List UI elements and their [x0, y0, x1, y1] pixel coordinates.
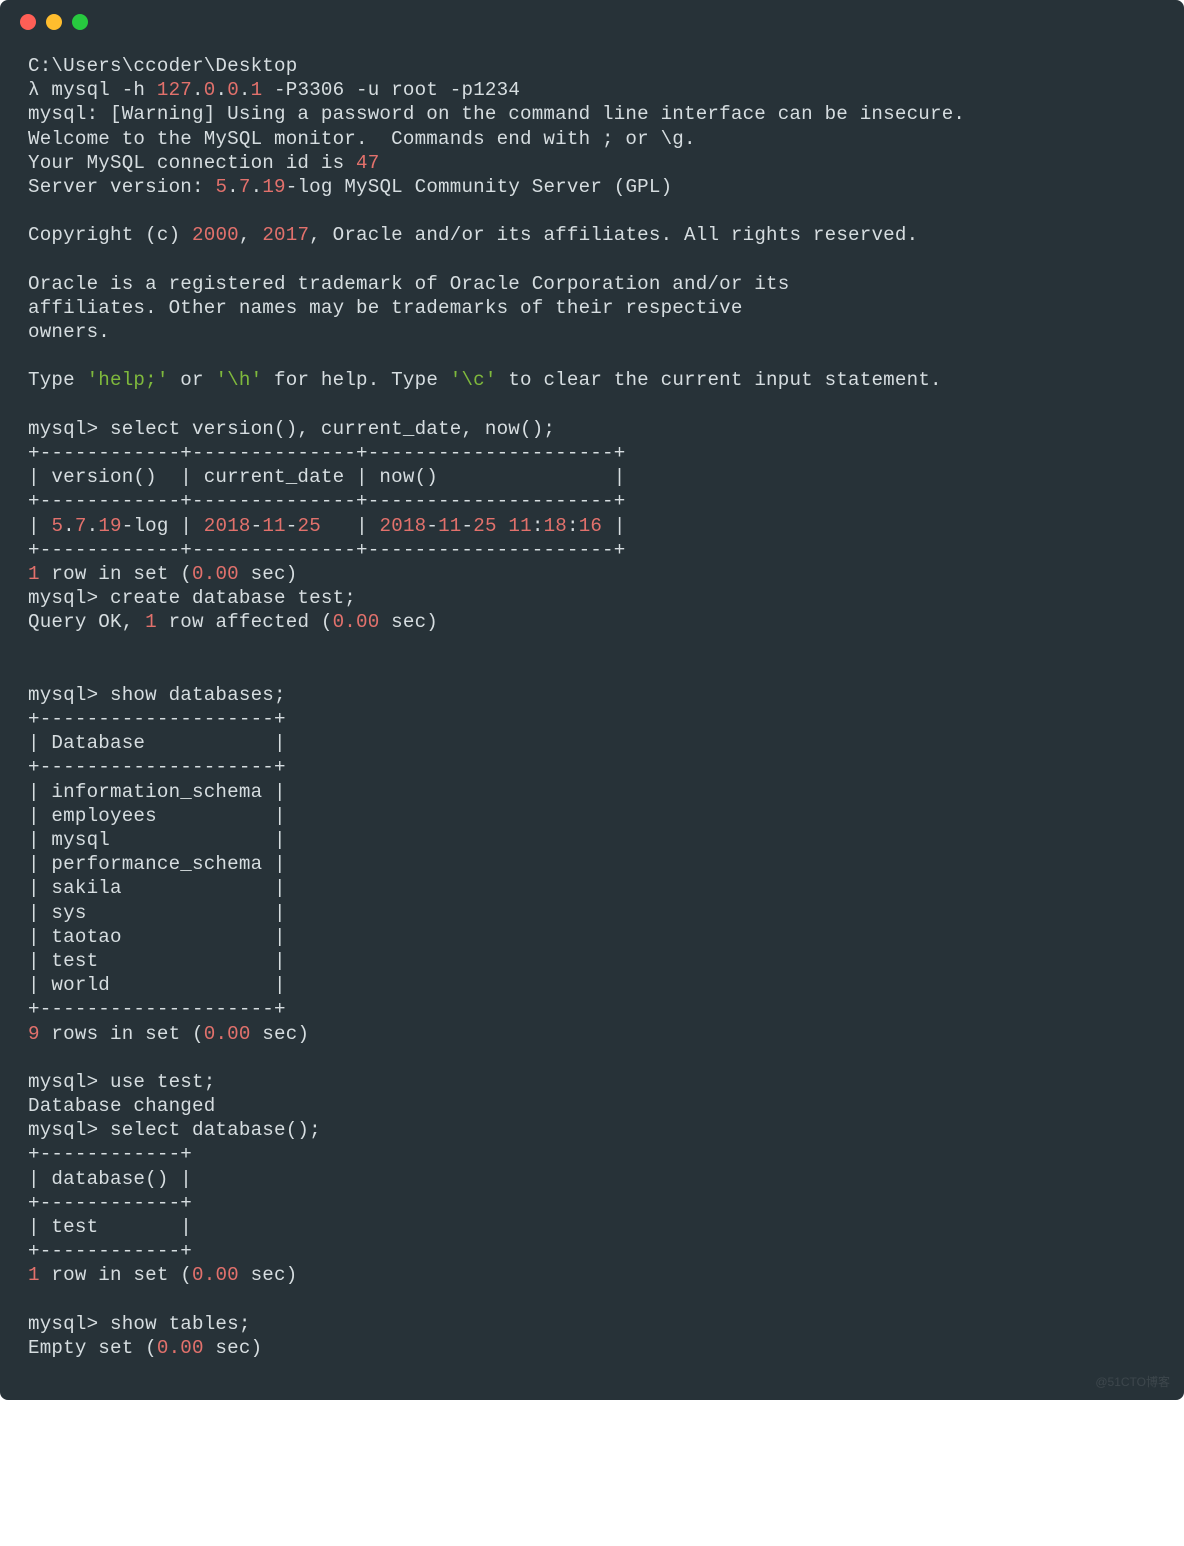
- minimize-icon[interactable]: [46, 14, 62, 30]
- sv-minor: 7: [239, 176, 251, 198]
- trademark-line: Oracle is a registered trademark of Orac…: [28, 273, 789, 295]
- welcome-line: Welcome to the MySQL monitor. Commands e…: [28, 128, 696, 150]
- trademark-line: owners.: [28, 321, 110, 343]
- table-row: | test |: [28, 1216, 192, 1238]
- table-border: +------------+: [28, 1240, 192, 1262]
- prompt-symbol: λ: [28, 79, 40, 101]
- copyright-prefix: Copyright (c): [28, 224, 192, 246]
- table-header: | version() | current_date | now() |: [28, 466, 625, 488]
- table-row: |: [28, 515, 51, 537]
- ip-octet: 127: [157, 79, 192, 101]
- result-count: 9: [28, 1023, 40, 1045]
- table-row: | sys |: [28, 902, 286, 924]
- help-literal: '\c': [450, 369, 497, 391]
- help-literal: 'help;': [87, 369, 169, 391]
- sql-prompt: mysql> create database test;: [28, 587, 356, 609]
- ip-octet: 0: [227, 79, 239, 101]
- launch-cmd-prefix: mysql -h: [40, 79, 157, 101]
- server-prefix: Server version:: [28, 176, 215, 198]
- result-count: 1: [28, 563, 40, 585]
- terminal-output[interactable]: C:\Users\ccoder\Desktop λ mysql -h 127.0…: [0, 44, 1184, 1400]
- window-titlebar: [0, 0, 1184, 44]
- table-border: +------------+--------------+-----------…: [28, 490, 625, 512]
- table-row: | performance_schema |: [28, 853, 286, 875]
- help-prefix: Type: [28, 369, 87, 391]
- help-literal: '\h': [215, 369, 262, 391]
- ip-octet: 1: [251, 79, 263, 101]
- copyright-year: 2000: [192, 224, 239, 246]
- db-changed: Database changed: [28, 1095, 215, 1117]
- result-time: 0.00: [157, 1337, 204, 1359]
- table-row: | information_schema |: [28, 781, 286, 803]
- table-border: +--------------------+: [28, 708, 286, 730]
- sv-patch: 19: [262, 176, 285, 198]
- table-border: +------------+: [28, 1143, 192, 1165]
- conn-prefix: Your MySQL connection id is: [28, 152, 356, 174]
- watermark: @51CTO博客: [1095, 1373, 1170, 1390]
- table-row: | mysql |: [28, 829, 286, 851]
- table-header: | database() |: [28, 1168, 192, 1190]
- sql-prompt: mysql> show databases;: [28, 684, 286, 706]
- table-border: +------------+--------------+-----------…: [28, 539, 625, 561]
- conn-id: 47: [356, 152, 379, 174]
- ip-octet: 0: [204, 79, 216, 101]
- result-time: 0.00: [204, 1023, 251, 1045]
- result-time: 0.00: [192, 563, 239, 585]
- warning-line: mysql: [Warning] Using a password on the…: [28, 103, 965, 125]
- cwd-line: C:\Users\ccoder\Desktop: [28, 55, 297, 77]
- sv-major: 5: [215, 176, 227, 198]
- server-suffix: -log MySQL Community Server (GPL): [286, 176, 673, 198]
- launch-cmd-suffix: -P3306 -u root -p1234: [262, 79, 520, 101]
- copyright-suffix: , Oracle and/or its affiliates. All righ…: [309, 224, 918, 246]
- trademark-line: affiliates. Other names may be trademark…: [28, 297, 743, 319]
- table-border: +------------+: [28, 1192, 192, 1214]
- table-row: | world |: [28, 974, 286, 996]
- close-icon[interactable]: [20, 14, 36, 30]
- maximize-icon[interactable]: [72, 14, 88, 30]
- table-border: +--------------------+: [28, 998, 286, 1020]
- sql-prompt: mysql> select version(), current_date, n…: [28, 418, 555, 440]
- table-row: | taotao |: [28, 926, 286, 948]
- result-count: 1: [28, 1264, 40, 1286]
- table-header: | Database |: [28, 732, 286, 754]
- table-border: +------------+--------------+-----------…: [28, 442, 625, 464]
- terminal-window: C:\Users\ccoder\Desktop λ mysql -h 127.0…: [0, 0, 1184, 1400]
- sql-prompt: mysql> use test;: [28, 1071, 215, 1093]
- sql-prompt: mysql> show tables;: [28, 1313, 251, 1335]
- table-row: | test |: [28, 950, 286, 972]
- sql-prompt: mysql> select database();: [28, 1119, 321, 1141]
- empty-set-prefix: Empty set (: [28, 1337, 157, 1359]
- table-border: +--------------------+: [28, 756, 286, 778]
- table-row: | sakila |: [28, 877, 286, 899]
- copyright-year: 2017: [262, 224, 309, 246]
- result-time: 0.00: [192, 1264, 239, 1286]
- query-ok-prefix: Query OK,: [28, 611, 145, 633]
- table-row: | employees |: [28, 805, 286, 827]
